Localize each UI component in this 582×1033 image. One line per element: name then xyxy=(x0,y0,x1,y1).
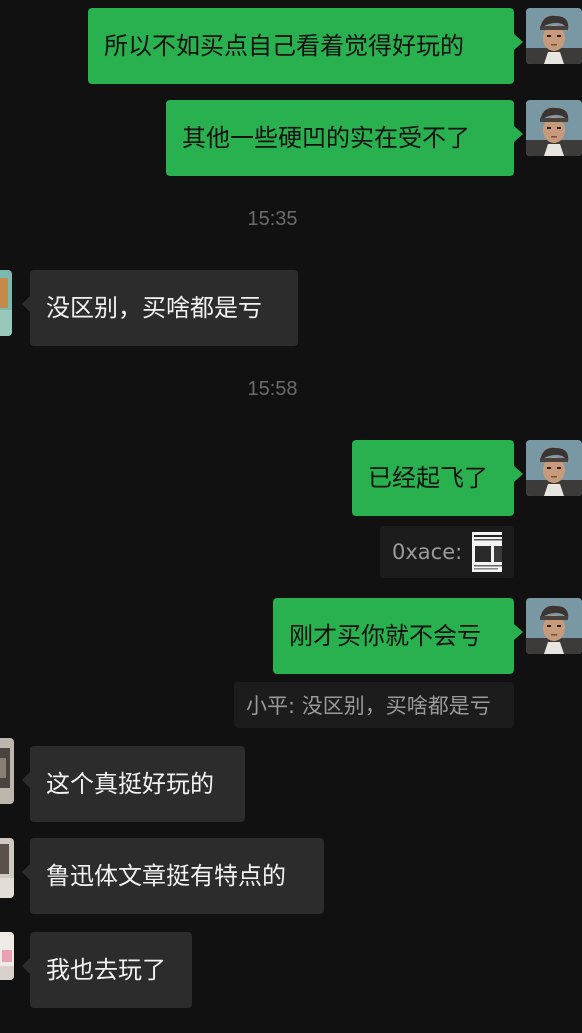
screenshot-thumbnail-icon xyxy=(472,532,502,572)
quote-text: 0xace: xyxy=(392,540,463,564)
message-text: 没区别，买啥都是亏 xyxy=(46,294,262,322)
cropped-photo-avatar-icon xyxy=(0,838,14,898)
cartoon-man-avatar-icon xyxy=(526,440,582,496)
message-text: 鲁迅体文章挺有特点的 xyxy=(46,862,286,890)
outgoing-message-bubble[interactable]: 已经起飞了 xyxy=(352,440,523,516)
incoming-message-bubble[interactable]: 这个真挺好玩的 xyxy=(22,746,245,822)
message-text: 所以不如买点自己看着觉得好玩的 xyxy=(104,32,464,60)
message-text: 这个真挺好玩的 xyxy=(46,770,214,798)
message-text: 已经起飞了 xyxy=(368,464,488,492)
self-avatar[interactable] xyxy=(526,598,582,654)
message-text: 其他一些硬凹的实在受不了 xyxy=(182,124,470,152)
image-thumbnail[interactable] xyxy=(472,532,502,572)
self-avatar[interactable] xyxy=(526,100,582,156)
contact-avatar[interactable] xyxy=(0,838,14,898)
timestamp: 15:58 xyxy=(247,378,298,400)
quoted-message[interactable]: 小平: 没区别，买啥都是亏 xyxy=(234,682,514,728)
outgoing-message-bubble[interactable]: 刚才买你就不会亏 xyxy=(273,598,523,674)
self-avatar[interactable] xyxy=(526,440,582,496)
cartoon-man-avatar-icon xyxy=(526,598,582,654)
quoted-message[interactable]: 0xace: xyxy=(380,526,514,578)
cropped-photo-avatar-icon xyxy=(0,738,14,804)
contact-avatar[interactable] xyxy=(0,932,14,980)
message-text: 刚才买你就不会亏 xyxy=(289,622,481,650)
cropped-photo-avatar-icon xyxy=(0,270,12,336)
cartoon-man-avatar-icon xyxy=(526,8,582,64)
self-avatar[interactable] xyxy=(526,8,582,64)
message-text: 我也去玩了 xyxy=(46,956,166,984)
outgoing-message-bubble[interactable]: 所以不如买点自己看着觉得好玩的 xyxy=(88,8,523,84)
incoming-message-bubble[interactable]: 鲁迅体文章挺有特点的 xyxy=(22,838,324,914)
quote-text: 小平: 没区别，买啥都是亏 xyxy=(246,694,491,718)
timestamp: 15:35 xyxy=(247,208,298,230)
outgoing-message-bubble[interactable]: 其他一些硬凹的实在受不了 xyxy=(166,100,523,176)
cropped-photo-avatar-icon xyxy=(0,932,14,980)
contact-avatar[interactable] xyxy=(0,738,14,804)
cartoon-man-avatar-icon xyxy=(526,100,582,156)
incoming-message-bubble[interactable]: 我也去玩了 xyxy=(22,932,192,1008)
contact-avatar[interactable] xyxy=(0,270,12,336)
chat-window: 所以不如买点自己看着觉得好玩的 其他一些硬凹的实在受不了 15:35 没区别，买… xyxy=(0,0,582,1033)
incoming-message-bubble[interactable]: 没区别，买啥都是亏 xyxy=(22,270,298,346)
